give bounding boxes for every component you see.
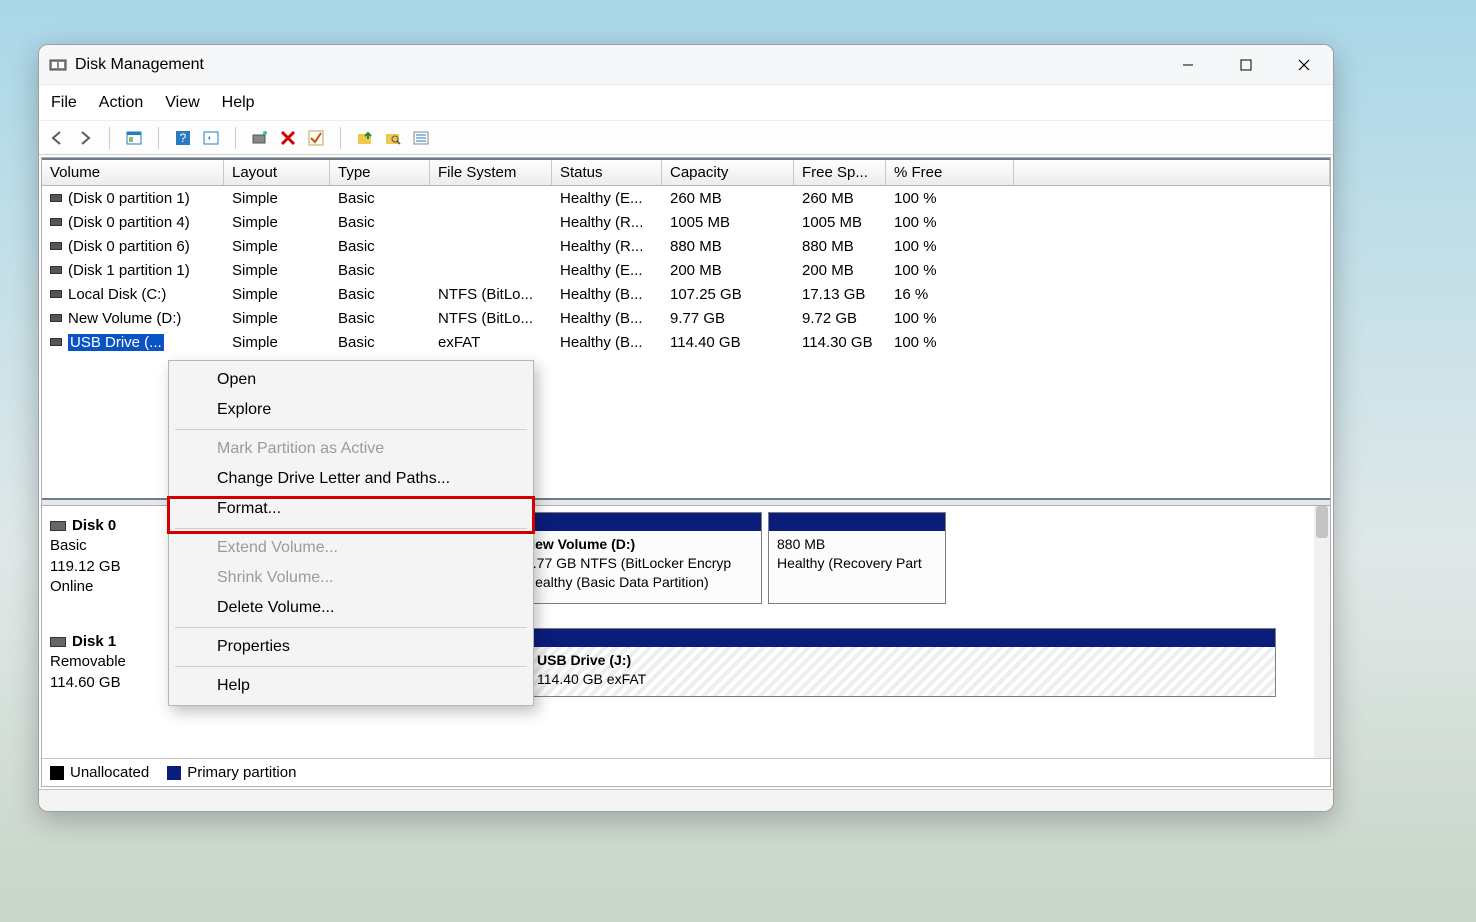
volume-name: USB Drive (...: [68, 334, 164, 351]
col-type[interactable]: Type: [330, 160, 430, 185]
menu-view[interactable]: View: [165, 94, 199, 112]
cm-delete[interactable]: Delete Volume...: [169, 593, 533, 623]
maximize-button[interactable]: [1217, 45, 1275, 85]
volume-icon: [50, 290, 62, 298]
cm-properties[interactable]: Properties: [169, 632, 533, 662]
toolbar: ?: [39, 121, 1333, 155]
menu-action[interactable]: Action: [99, 94, 143, 112]
legend-primary-swatch: [167, 766, 181, 780]
volume-icon: [50, 338, 62, 346]
volume-row[interactable]: (Disk 0 partition 1)SimpleBasicHealthy (…: [42, 186, 1330, 210]
partition-body: 880 MBHealthy (Recovery Part: [769, 531, 945, 603]
context-menu: Open Explore Mark Partition as Active Ch…: [168, 360, 534, 706]
col-layout[interactable]: Layout: [224, 160, 330, 185]
col-filesystem[interactable]: File System: [430, 160, 552, 185]
partition[interactable]: 880 MBHealthy (Recovery Part: [768, 512, 946, 604]
disk-icon: [50, 521, 66, 531]
forward-button[interactable]: [73, 127, 97, 149]
menubar: File Action View Help: [39, 85, 1333, 121]
scrollbar-vertical[interactable]: [1314, 506, 1330, 758]
cm-shrink: Shrink Volume...: [169, 563, 533, 593]
legend: Unallocated Primary partition: [42, 758, 1330, 786]
partition-header: [529, 629, 1275, 647]
volume-icon: [50, 314, 62, 322]
volume-row[interactable]: (Disk 0 partition 6)SimpleBasicHealthy (…: [42, 234, 1330, 258]
partition-body: New Volume (D:)9.77 GB NTFS (BitLocker E…: [517, 531, 761, 603]
volume-icon: [50, 242, 62, 250]
help-button[interactable]: ?: [171, 127, 195, 149]
col-freespace[interactable]: Free Sp...: [794, 160, 886, 185]
volume-row[interactable]: USB Drive (...SimpleBasicexFATHealthy (B…: [42, 330, 1330, 354]
col-status[interactable]: Status: [552, 160, 662, 185]
delete-icon[interactable]: [276, 127, 300, 149]
cm-format[interactable]: Format...: [169, 494, 533, 524]
volume-row[interactable]: (Disk 0 partition 4)SimpleBasicHealthy (…: [42, 210, 1330, 234]
cm-explore[interactable]: Explore: [169, 395, 533, 425]
volume-icon: [50, 194, 62, 202]
volume-row[interactable]: Local Disk (C:)SimpleBasicNTFS (BitLo...…: [42, 282, 1330, 306]
scrollbar-thumb[interactable]: [1316, 506, 1328, 538]
volume-name: Local Disk (C:): [68, 286, 166, 303]
cm-extend: Extend Volume...: [169, 533, 533, 563]
svg-text:?: ?: [180, 131, 187, 145]
volume-row[interactable]: (Disk 1 partition 1)SimpleBasicHealthy (…: [42, 258, 1330, 282]
rescan-icon[interactable]: [248, 127, 272, 149]
volume-icon: [50, 218, 62, 226]
volume-row[interactable]: New Volume (D:)SimpleBasicNTFS (BitLo...…: [42, 306, 1330, 330]
volume-name: (Disk 0 partition 6): [68, 238, 190, 255]
col-volume[interactable]: Volume: [42, 160, 224, 185]
partition[interactable]: USB Drive (J:)114.40 GB exFAT: [528, 628, 1276, 697]
volume-icon: [50, 266, 62, 274]
check-icon[interactable]: [304, 127, 328, 149]
cm-mark-active: Mark Partition as Active: [169, 434, 533, 464]
cm-open[interactable]: Open: [169, 365, 533, 395]
close-button[interactable]: [1275, 45, 1333, 85]
volume-name: (Disk 0 partition 1): [68, 190, 190, 207]
menu-help[interactable]: Help: [222, 94, 255, 112]
back-button[interactable]: [45, 127, 69, 149]
partition-body: USB Drive (J:)114.40 GB exFAT: [529, 647, 1275, 696]
partition[interactable]: New Volume (D:)9.77 GB NTFS (BitLocker E…: [516, 512, 762, 604]
volume-name: (Disk 1 partition 1): [68, 262, 190, 279]
list-settings-icon[interactable]: [409, 127, 433, 149]
statusbar: [39, 789, 1333, 811]
app-icon: [49, 56, 67, 74]
partition-header: [769, 513, 945, 531]
legend-unallocated-swatch: [50, 766, 64, 780]
disk-icon: [50, 637, 66, 647]
minimize-button[interactable]: [1159, 45, 1217, 85]
volume-header-row: Volume Layout Type File System Status Ca…: [42, 158, 1330, 186]
col-pctfree[interactable]: % Free: [886, 160, 1014, 185]
cm-change-letter[interactable]: Change Drive Letter and Paths...: [169, 464, 533, 494]
menu-file[interactable]: File: [51, 94, 77, 112]
volume-name: New Volume (D:): [68, 310, 181, 327]
volume-name: (Disk 0 partition 4): [68, 214, 190, 231]
show-hide-button[interactable]: [122, 127, 146, 149]
titlebar: Disk Management: [39, 45, 1333, 85]
cm-help[interactable]: Help: [169, 671, 533, 701]
col-capacity[interactable]: Capacity: [662, 160, 794, 185]
folder-up-icon[interactable]: [353, 127, 377, 149]
window-controls: [1159, 45, 1333, 85]
refresh-button[interactable]: [199, 127, 223, 149]
partition-header: [517, 513, 761, 531]
folder-search-icon[interactable]: [381, 127, 405, 149]
window-title: Disk Management: [75, 56, 204, 74]
